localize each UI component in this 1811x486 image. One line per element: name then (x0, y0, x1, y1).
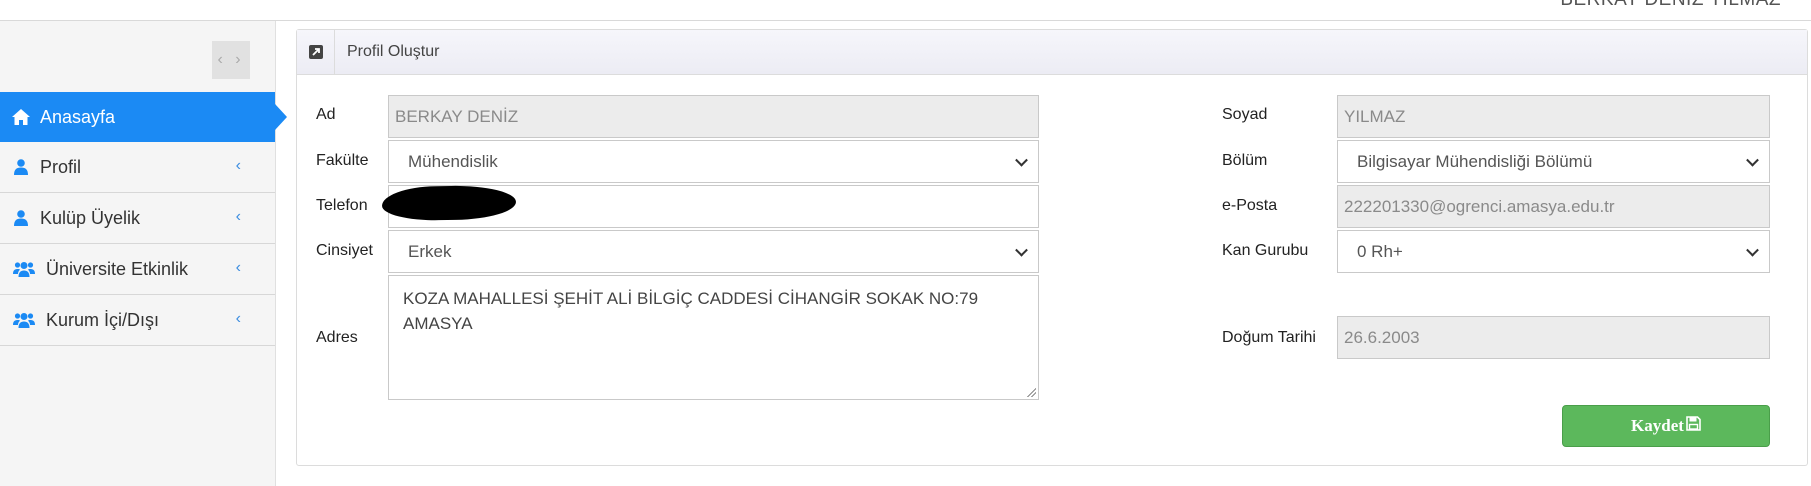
resize-handle[interactable] (1026, 387, 1036, 397)
adres-textarea[interactable]: KOZA MAHALLESİ ŞEHİT ALİ BİLGİÇ CADDESİ … (388, 275, 1039, 400)
chevron-left-icon: ‹ (235, 310, 241, 327)
sidebar: ‹ › Anasayfa Profil ‹ Kulüp Üyelik ‹ Üni… (0, 21, 287, 486)
eposta-field[interactable]: 222201330@ogrenci.amasya.edu.tr (1337, 185, 1770, 228)
cinsiyet-label: Cinsiyet (316, 242, 373, 259)
kan-gurubu-label: Kan Gurubu (1222, 242, 1309, 259)
sidebar-menu: Anasayfa Profil ‹ Kulüp Üyelik ‹ Ünivers… (0, 92, 287, 346)
bolum-label: Bölüm (1222, 152, 1268, 169)
save-button-label: Kaydet (1631, 416, 1684, 435)
sidebar-item-kulup-uyelik[interactable]: Kulüp Üyelik ‹ (0, 193, 275, 244)
sidebar-item-profil[interactable]: Profil ‹ (0, 142, 275, 193)
panel-title: Profil Oluştur (347, 43, 440, 60)
fakulte-label: Fakülte (316, 152, 369, 169)
dogum-tarihi-field[interactable]: 26.6.2003 (1337, 316, 1770, 359)
sidebar-item-kurum-ici-disi[interactable]: Kurum İçi/Dışı ‹ (0, 295, 275, 346)
panel-header: Profil Oluştur (297, 29, 1807, 75)
sidebar-item-label: Anasayfa (40, 106, 116, 127)
save-button[interactable]: Kaydet (1562, 405, 1770, 447)
ad-field[interactable]: BERKAY DENİZ (388, 95, 1039, 138)
sidebar-item-anasayfa[interactable]: Anasayfa (0, 92, 287, 142)
adres-text: KOZA MAHALLESİ ŞEHİT ALİ BİLGİÇ CADDESİ … (403, 289, 979, 333)
floppy-disk-icon (1686, 416, 1701, 436)
ad-label: Ad (316, 106, 336, 123)
cinsiyet-select[interactable]: Erkek (388, 230, 1039, 273)
users-icon (0, 261, 46, 277)
top-navbar: BERKAY DENİZ YILMAZ (0, 0, 1811, 21)
fakulte-select[interactable]: Mühendislik (388, 140, 1039, 183)
home-icon (0, 108, 40, 126)
user-name[interactable]: BERKAY DENİZ YILMAZ (1560, 0, 1781, 11)
telefon-label: Telefon (316, 197, 368, 214)
sidebar-toggle-button[interactable]: ‹ › (212, 41, 250, 79)
soyad-label: Soyad (1222, 106, 1268, 123)
adres-label: Adres (316, 329, 358, 346)
dogum-tarihi-label: Doğum Tarihi (1222, 329, 1316, 346)
chevron-left-icon: ‹ (235, 157, 241, 174)
sidebar-item-label: Kurum İçi/Dışı (46, 309, 160, 330)
sidebar-item-universite-etkinlik[interactable]: Üniversite Etkinlik ‹ (0, 244, 275, 295)
chevron-left-icon: ‹ (235, 259, 241, 276)
kan-gurubu-select[interactable]: 0 Rh+ (1337, 230, 1770, 273)
user-icon (0, 159, 40, 175)
sidebar-item-label: Profil (40, 156, 82, 177)
bolum-select[interactable]: Bilgisayar Mühendisliği Bölümü (1337, 140, 1770, 183)
chevron-left-icon: ‹ (235, 208, 241, 225)
external-link-icon (297, 29, 335, 75)
sidebar-item-label: Üniversite Etkinlik (46, 258, 189, 279)
soyad-field[interactable]: YILMAZ (1337, 95, 1770, 138)
eposta-label: e-Posta (1222, 197, 1278, 214)
users-icon (0, 312, 46, 328)
sidebar-item-label: Kulüp Üyelik (40, 207, 141, 228)
user-icon (0, 210, 40, 226)
